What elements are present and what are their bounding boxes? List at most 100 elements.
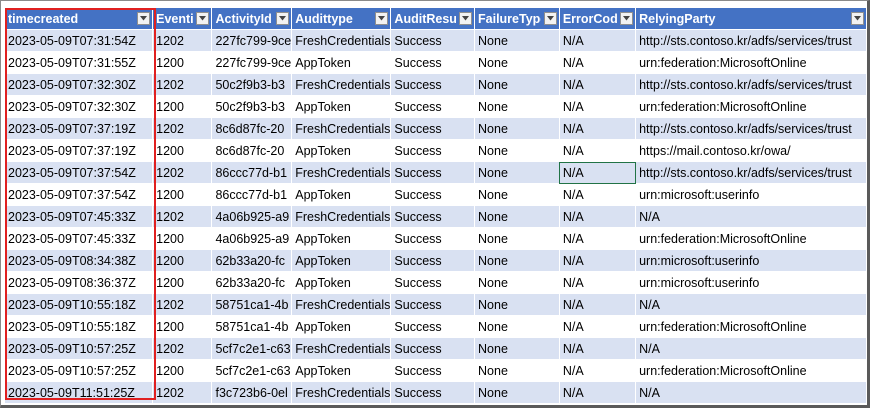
cell-audittype[interactable]: FreshCredentials (291, 205, 392, 228)
filter-dropdown-icon[interactable] (276, 12, 290, 25)
cell-timecreated[interactable]: 2023-05-09T07:31:55Z (3, 51, 154, 74)
cell-timecreated[interactable]: 2023-05-09T11:51:25Z (3, 381, 154, 404)
cell-errorcode[interactable]: N/A (558, 51, 637, 74)
cell-relyingparty[interactable]: N/A (635, 381, 867, 404)
cell-audittype[interactable]: FreshCredentials (291, 161, 392, 184)
cell-errorcode[interactable]: N/A (558, 337, 637, 360)
cell-relyingparty[interactable]: urn:federation:MicrosoftOnline (635, 95, 867, 118)
cell-activityid[interactable]: 4a06b925-a9 (211, 227, 293, 250)
cell-audittype[interactable]: AppToken (291, 359, 392, 382)
cell-auditresult[interactable]: Success (390, 51, 476, 74)
cell-failuretype[interactable]: None (474, 95, 560, 118)
cell-activityid[interactable]: 86ccc77d-b1 (211, 183, 293, 206)
cell-activityid[interactable]: 5cf7c2e1-c63 (211, 359, 293, 382)
cell-errorcode[interactable]: N/A (558, 249, 637, 272)
cell-eventid[interactable]: 1200 (152, 271, 213, 294)
cell-activityid[interactable]: 8c6d87fc-20 (211, 139, 293, 162)
cell-relyingparty[interactable]: https://mail.contoso.kr/owa/ (635, 139, 867, 162)
cell-audittype[interactable]: AppToken (291, 227, 392, 250)
cell-auditresult[interactable]: Success (390, 205, 476, 228)
cell-failuretype[interactable]: None (474, 205, 560, 228)
cell-activityid[interactable]: 58751ca1-4b (211, 293, 293, 316)
cell-timecreated[interactable]: 2023-05-09T10:57:25Z (3, 337, 154, 360)
cell-auditresult[interactable]: Success (390, 95, 476, 118)
cell-eventid[interactable]: 1200 (152, 227, 213, 250)
cell-errorcode[interactable]: N/A (558, 205, 637, 228)
cell-timecreated[interactable]: 2023-05-09T08:36:37Z (3, 271, 154, 294)
cell-relyingparty[interactable]: urn:microsoft:userinfo (635, 249, 867, 272)
cell-activityid[interactable]: 4a06b925-a9 (211, 205, 293, 228)
cell-timecreated[interactable]: 2023-05-09T07:32:30Z (3, 95, 154, 118)
cell-relyingparty[interactable]: http://sts.contoso.kr/adfs/services/trus… (635, 73, 867, 96)
cell-audittype[interactable]: AppToken (291, 271, 392, 294)
filter-dropdown-icon[interactable] (851, 12, 864, 25)
cell-audittype[interactable]: AppToken (291, 139, 392, 162)
cell-eventid[interactable]: 1202 (152, 337, 213, 360)
cell-failuretype[interactable]: None (474, 139, 560, 162)
cell-audittype[interactable]: FreshCredentials (291, 29, 392, 52)
cell-auditresult[interactable]: Success (390, 227, 476, 250)
cell-errorcode[interactable]: N/A (558, 95, 637, 118)
cell-failuretype[interactable]: None (474, 117, 560, 140)
cell-auditresult[interactable]: Success (390, 117, 476, 140)
column-header-eventid[interactable]: Eventid (152, 7, 213, 30)
cell-eventid[interactable]: 1200 (152, 139, 213, 162)
cell-relyingparty[interactable]: http://sts.contoso.kr/adfs/services/trus… (635, 117, 867, 140)
cell-auditresult[interactable]: Success (390, 315, 476, 338)
cell-relyingparty[interactable]: N/A (635, 337, 867, 360)
cell-audittype[interactable]: AppToken (291, 95, 392, 118)
cell-relyingparty[interactable]: urn:federation:MicrosoftOnline (635, 227, 867, 250)
cell-auditresult[interactable]: Success (390, 381, 476, 404)
cell-timecreated[interactable]: 2023-05-09T07:37:54Z (3, 183, 154, 206)
cell-failuretype[interactable]: None (474, 227, 560, 250)
filter-dropdown-icon[interactable] (459, 12, 473, 25)
column-header-errorcode[interactable]: ErrorCode (558, 7, 637, 30)
cell-failuretype[interactable]: None (474, 51, 560, 74)
cell-failuretype[interactable]: None (474, 73, 560, 96)
filter-dropdown-icon[interactable] (196, 12, 210, 25)
cell-audittype[interactable]: FreshCredentials (291, 293, 392, 316)
cell-audittype[interactable]: AppToken (291, 315, 392, 338)
cell-audittype[interactable]: AppToken (291, 249, 392, 272)
cell-audittype[interactable]: FreshCredentials (291, 117, 392, 140)
cell-relyingparty[interactable]: N/A (635, 293, 867, 316)
cell-activityid[interactable]: 227fc799-9ce (211, 51, 293, 74)
cell-failuretype[interactable]: None (474, 249, 560, 272)
cell-failuretype[interactable]: None (474, 29, 560, 52)
cell-timecreated[interactable]: 2023-05-09T07:37:19Z (3, 117, 154, 140)
cell-errorcode[interactable]: N/A (558, 117, 637, 140)
cell-errorcode[interactable]: N/A (558, 29, 637, 52)
cell-errorcode[interactable]: N/A (558, 73, 637, 96)
cell-audittype[interactable]: FreshCredentials (291, 337, 392, 360)
cell-errorcode[interactable]: N/A (558, 139, 637, 162)
cell-failuretype[interactable]: None (474, 315, 560, 338)
cell-auditresult[interactable]: Success (390, 183, 476, 206)
cell-relyingparty[interactable]: N/A (635, 205, 867, 228)
cell-errorcode[interactable]: N/A (558, 293, 637, 316)
cell-errorcode[interactable]: N/A (558, 161, 637, 184)
cell-failuretype[interactable]: None (474, 271, 560, 294)
cell-errorcode[interactable]: N/A (558, 227, 637, 250)
cell-timecreated[interactable]: 2023-05-09T07:45:33Z (3, 205, 154, 228)
cell-errorcode[interactable]: N/A (558, 315, 637, 338)
cell-timecreated[interactable]: 2023-05-09T07:37:54Z (3, 161, 154, 184)
cell-eventid[interactable]: 1202 (152, 293, 213, 316)
cell-relyingparty[interactable]: urn:federation:MicrosoftOnline (635, 315, 867, 338)
cell-timecreated[interactable]: 2023-05-09T10:55:18Z (3, 293, 154, 316)
cell-auditresult[interactable]: Success (390, 139, 476, 162)
cell-activityid[interactable]: 62b33a20-fc (211, 271, 293, 294)
cell-failuretype[interactable]: None (474, 183, 560, 206)
cell-activityid[interactable]: 86ccc77d-b1 (211, 161, 293, 184)
cell-activityid[interactable]: 50c2f9b3-b3 (211, 95, 293, 118)
cell-relyingparty[interactable]: urn:federation:MicrosoftOnline (635, 51, 867, 74)
cell-timecreated[interactable]: 2023-05-09T10:57:25Z (3, 359, 154, 382)
column-header-audittype[interactable]: Audittype (291, 7, 392, 30)
filter-dropdown-icon[interactable] (543, 12, 557, 25)
cell-errorcode[interactable]: N/A (558, 359, 637, 382)
cell-activityid[interactable]: 227fc799-9ce (211, 29, 293, 52)
cell-relyingparty[interactable]: urn:microsoft:userinfo (635, 183, 867, 206)
cell-activityid[interactable]: 62b33a20-fc (211, 249, 293, 272)
cell-failuretype[interactable]: None (474, 381, 560, 404)
cell-activityid[interactable]: 8c6d87fc-20 (211, 117, 293, 140)
cell-auditresult[interactable]: Success (390, 161, 476, 184)
